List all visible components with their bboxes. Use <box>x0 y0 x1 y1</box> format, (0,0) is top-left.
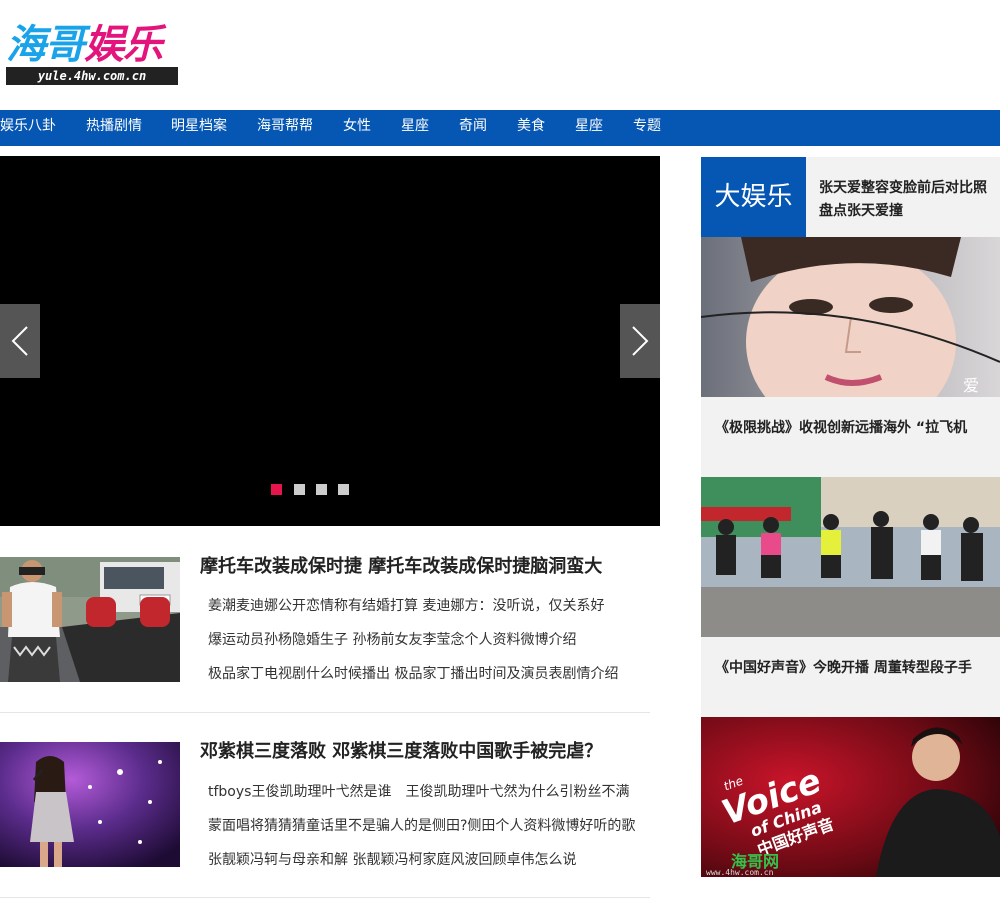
news-link[interactable]: 姜潮麦迪娜公开恋情称有结婚打算 麦迪娜方：没听说，仅关系好 <box>208 597 604 615</box>
logo-domain: yule.4hw.com.cn <box>6 67 178 85</box>
chevron-left-icon <box>11 326 28 356</box>
slider-dot-2[interactable] <box>294 484 305 495</box>
svg-text:www.4hw.com.cn: www.4hw.com.cn <box>706 868 774 877</box>
news-link[interactable]: 极品家丁电视剧什么时候播出 极品家丁播出时间及演员表剧情介绍 <box>208 665 618 683</box>
nav-item-women[interactable]: 女性 <box>343 110 371 146</box>
chevron-right-icon <box>632 326 649 356</box>
sidebar-headline[interactable]: 张天爱整容变脸前后对比照 盘点张天爱撞 <box>819 177 994 223</box>
news-item-1: 摩托车改装成保时捷 摩托车改装成保时捷脑洞蛮大 姜潮麦迪娜公开恋情称有结婚打算 … <box>0 557 650 682</box>
slider-next-button[interactable] <box>620 304 660 378</box>
sidebar-caption-1-wrap: 《极限挑战》收视创新远播海外 “拉飞机 <box>701 397 1000 477</box>
nav-item-star-profiles[interactable]: 明星档案 <box>171 110 227 146</box>
news-item-2: 邓紫棋三度落败 邓紫棋三度落败中国歌手被完虐？ tfboys王俊凯助理叶弋然是谁… <box>0 742 650 869</box>
divider <box>0 712 650 713</box>
svg-text:爱: 爱 <box>963 376 979 395</box>
news-thumbnail-singer[interactable] <box>0 742 180 867</box>
news-link[interactable]: 爆运动员孙杨隐婚生子 孙杨前女友李莹念个人资料微博介绍 <box>208 631 576 649</box>
image-slider[interactable] <box>0 156 660 526</box>
news-title[interactable]: 邓紫棋三度落败 邓紫棋三度落败中国歌手被完虐？ <box>200 742 602 762</box>
news-link[interactable]: 张靓颖冯轲与母亲和解 张靓颖冯柯家庭风波回顾卓伟怎么说 <box>208 851 576 869</box>
nav-item-haige-help[interactable]: 海哥帮帮 <box>257 110 313 146</box>
sidebar-image-actress[interactable]: 爱 <box>701 237 1000 397</box>
main-nav: 娱乐八卦 热播剧情 明星档案 海哥帮帮 女性 星座 奇闻 美食 星座 专题 <box>0 110 1000 146</box>
sidebar-caption[interactable]: 《极限挑战》收视创新远播海外 “拉飞机 <box>715 417 967 437</box>
nav-item-food[interactable]: 美食 <box>517 110 545 146</box>
nav-item-horoscope[interactable]: 星座 <box>401 110 429 146</box>
news-link[interactable]: tfboys王俊凯助理叶弋然是谁 王俊凯助理叶弋然为什么引粉丝不满 <box>208 783 629 801</box>
sidebar-badge: 大娱乐 <box>701 157 806 237</box>
sidebar-image-voice-of-china[interactable]: the Voice of China 中国好声音 海哥网 www.4hw.com… <box>701 717 1000 877</box>
sidebar-image-show-cast[interactable] <box>701 477 1000 637</box>
nav-item-oddities[interactable]: 奇闻 <box>459 110 487 146</box>
nav-item-entertainment[interactable]: 娱乐八卦 <box>0 110 56 146</box>
slider-dot-3[interactable] <box>316 484 327 495</box>
news-link[interactable]: 蒙面唱将猜猜猜童话里不是骗人的是侧田?侧田个人资料微博好听的歌 <box>208 817 635 835</box>
logo-title: 海哥娱乐 <box>6 22 163 68</box>
slider-dot-4[interactable] <box>338 484 349 495</box>
news-title[interactable]: 摩托车改装成保时捷 摩托车改装成保时捷脑洞蛮大 <box>200 557 602 577</box>
divider <box>0 897 650 898</box>
sidebar-header: 大娱乐 张天爱整容变脸前后对比照 盘点张天爱撞 <box>701 157 1000 237</box>
site-logo[interactable]: 海哥娱乐 yule.4hw.com.cn <box>6 22 186 88</box>
nav-item-horoscope-2[interactable]: 星座 <box>575 110 603 146</box>
sidebar-caption-2-wrap: 《中国好声音》今晚开播 周董转型段子手 <box>701 637 1000 717</box>
sidebar-caption[interactable]: 《中国好声音》今晚开播 周董转型段子手 <box>715 657 972 677</box>
news-thumbnail-motorcycle[interactable] <box>0 557 180 682</box>
slider-dot-1[interactable] <box>271 484 282 495</box>
nav-item-hot-drama[interactable]: 热播剧情 <box>86 110 142 146</box>
slider-prev-button[interactable] <box>0 304 40 378</box>
nav-item-topics[interactable]: 专题 <box>633 110 661 146</box>
